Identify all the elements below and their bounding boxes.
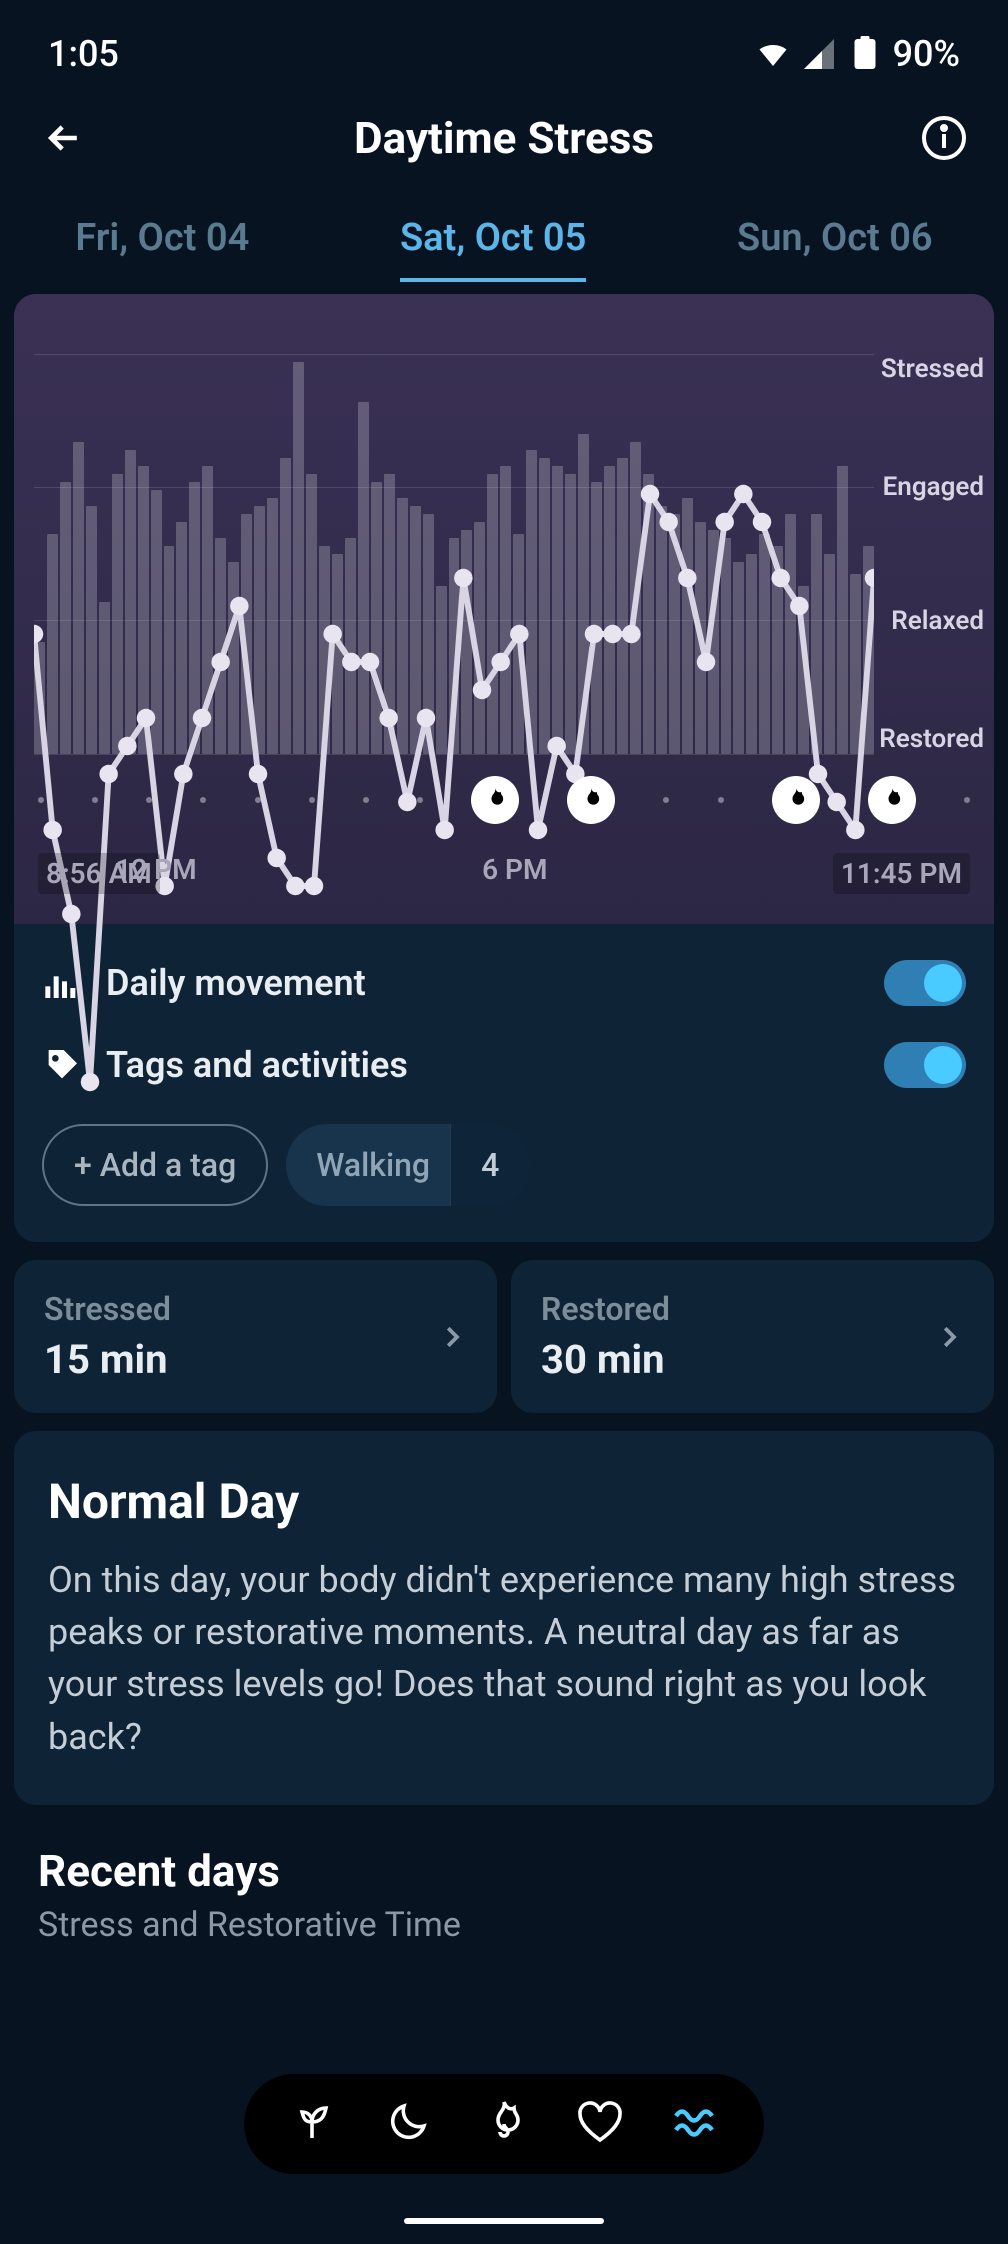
wifi-icon [755, 36, 791, 72]
x-tick-noon: 12 PM [115, 853, 196, 894]
chart-x-axis: 8:56 AM 12 PM 6 PM 11:45 PM [38, 853, 970, 894]
stress-chart[interactable]: Stressed Engaged Relaxed Restored 8:56 A… [14, 294, 994, 924]
recent-days-subtitle: Stress and Restorative Time [38, 1905, 970, 1945]
page-title: Daytime Stress [354, 112, 654, 164]
ylabel-engaged: Engaged [879, 472, 984, 502]
wave-icon [672, 2098, 720, 2146]
ylabel-relaxed: Relaxed [879, 606, 984, 636]
chevron-right-icon [437, 1322, 467, 1352]
stress-chart-card: Stressed Engaged Relaxed Restored 8:56 A… [14, 294, 994, 1242]
activity-markers [38, 776, 970, 824]
nav-resilience[interactable] [672, 2098, 720, 2150]
tab-current-day[interactable]: Sat, Oct 05 [400, 206, 586, 282]
ylabel-restored: Restored [879, 724, 984, 754]
nav-heart[interactable] [576, 2098, 624, 2150]
summary-body: On this day, your body didn't experience… [48, 1554, 960, 1763]
ylabel-stressed: Stressed [879, 354, 984, 384]
nav-sleep[interactable] [384, 2098, 432, 2150]
restored-value: 30 min [541, 1336, 670, 1383]
x-tick-eve: 6 PM [482, 853, 547, 894]
back-button[interactable] [36, 110, 92, 166]
date-tabs: Fri, Oct 04 Sat, Oct 05 Sun, Oct 06 [0, 186, 1008, 282]
daily-movement-toggle[interactable] [884, 960, 966, 1006]
tab-prev-day[interactable]: Fri, Oct 04 [75, 206, 249, 282]
recent-days-section: Recent days Stress and Restorative Time [38, 1845, 970, 1945]
bottom-nav [244, 2074, 764, 2174]
summary-title: Normal Day [48, 1473, 960, 1530]
activity-flame-icon[interactable] [471, 776, 519, 824]
activity-flame-icon[interactable] [868, 776, 916, 824]
info-icon [920, 114, 968, 162]
status-bar: 1:05 90% [0, 0, 1008, 80]
home-indicator[interactable] [404, 2218, 604, 2224]
signal-icon [801, 36, 837, 72]
chart-y-labels: Stressed Engaged Relaxed Restored [879, 354, 984, 754]
arrow-left-icon [42, 116, 86, 160]
nav-readiness[interactable] [288, 2098, 336, 2150]
restored-stat-card[interactable]: Restored 30 min [511, 1260, 994, 1413]
restored-label: Restored [541, 1290, 670, 1328]
summary-card: Normal Day On this day, your body didn't… [14, 1431, 994, 1805]
info-button[interactable] [916, 110, 972, 166]
flame-icon [480, 2098, 528, 2146]
leaf-icon [288, 2098, 336, 2146]
activity-flame-icon[interactable] [772, 776, 820, 824]
x-tick-end: 11:45 PM [833, 853, 970, 894]
battery-icon [847, 36, 883, 72]
tags-toggle[interactable] [884, 1042, 966, 1088]
chevron-right-icon [934, 1322, 964, 1352]
activity-flame-icon[interactable] [567, 776, 615, 824]
tab-next-day[interactable]: Sun, Oct 06 [737, 206, 933, 282]
moon-icon [384, 2098, 432, 2146]
status-time: 1:05 [48, 33, 119, 75]
page-header: Daytime Stress [0, 80, 1008, 186]
stressed-value: 15 min [44, 1336, 171, 1383]
battery-percent: 90% [893, 33, 960, 75]
stressed-label: Stressed [44, 1290, 171, 1328]
recent-days-title: Recent days [38, 1845, 970, 1897]
heart-icon [576, 2098, 624, 2146]
stressed-stat-card[interactable]: Stressed 15 min [14, 1260, 497, 1413]
nav-activity[interactable] [480, 2098, 528, 2150]
